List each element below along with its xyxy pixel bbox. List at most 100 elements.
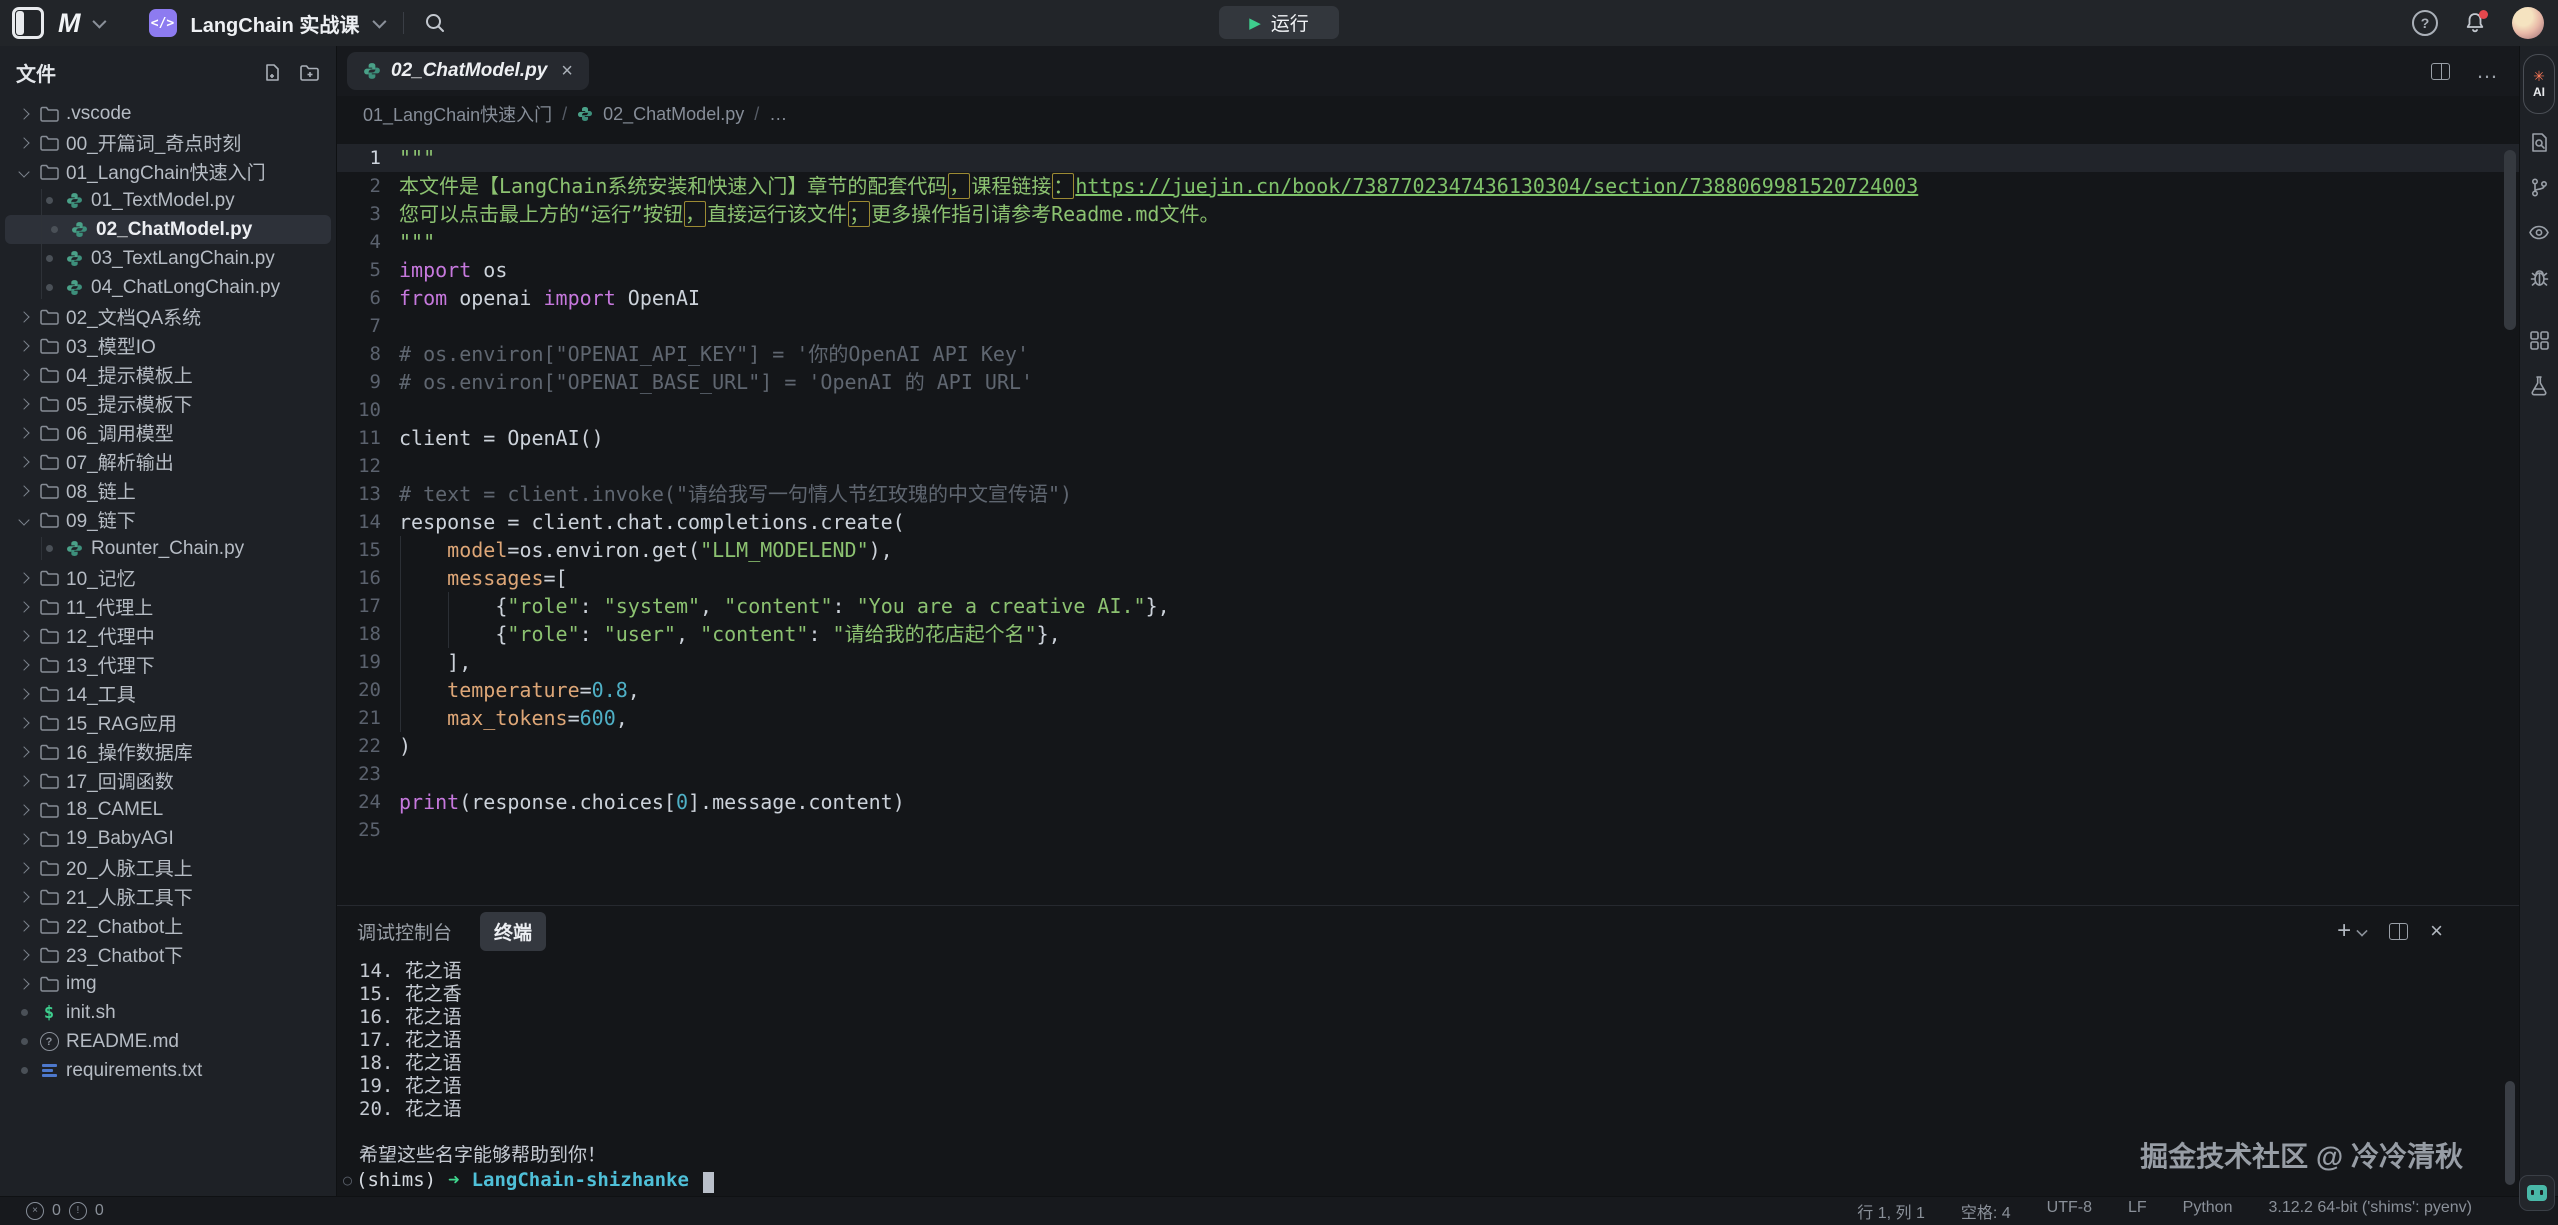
tree-folder-21_人脉工具下[interactable]: 21_人脉工具下 — [0, 882, 336, 911]
new-file-icon[interactable] — [263, 63, 282, 82]
code-line-14[interactable]: 14response = client.chat.completions.cre… — [337, 508, 2519, 536]
tree-folder-15_RAG应用[interactable]: 15_RAG应用 — [0, 708, 336, 737]
tree-folder-01_LangChain快速入门[interactable]: 01_LangChain快速入门 — [0, 157, 336, 186]
search-icon[interactable] — [424, 12, 446, 34]
code-line-22[interactable]: 22) — [337, 732, 2519, 760]
code-line-6[interactable]: 6from openai import OpenAI — [337, 284, 2519, 312]
split-panel-icon[interactable] — [2389, 923, 2408, 940]
code-line-18[interactable]: 18 {"role": "user", "content": "请给我的花店起个… — [337, 620, 2519, 648]
more-actions-icon[interactable]: … — [2476, 58, 2499, 84]
status-item[interactable]: LF — [2128, 1199, 2147, 1223]
sidebar-toggle-icon[interactable] — [12, 7, 44, 39]
breadcrumb-symbol[interactable]: … — [769, 104, 787, 125]
tree-folder-.vscode[interactable]: .vscode — [0, 99, 336, 128]
tree-folder-06_调用模型[interactable]: 06_调用模型 — [0, 418, 336, 447]
tree-folder-16_操作数据库[interactable]: 16_操作数据库 — [0, 737, 336, 766]
extensions-icon[interactable] — [2529, 330, 2550, 351]
close-panel-icon[interactable]: × — [2430, 918, 2443, 944]
tree-folder-18_CAMEL[interactable]: 18_CAMEL — [0, 795, 336, 824]
code-line-11[interactable]: 11client = OpenAI() — [337, 424, 2519, 452]
code-line-12[interactable]: 12 — [337, 452, 2519, 480]
tab-close-icon[interactable]: × — [561, 60, 573, 83]
ai-assistant-icon[interactable]: ✳ AI — [2523, 54, 2555, 114]
tree-file-requirements.txt[interactable]: requirements.txt — [0, 1056, 336, 1085]
code-line-23[interactable]: 23 — [337, 760, 2519, 788]
problems-indicator[interactable]: × 0 ! 0 — [26, 1202, 104, 1220]
code-line-10[interactable]: 10 — [337, 396, 2519, 424]
tree-folder-04_提示模板上[interactable]: 04_提示模板上 — [0, 360, 336, 389]
tree-file-init.sh[interactable]: $init.sh — [0, 998, 336, 1027]
breadcrumb-file[interactable]: 02_ChatModel.py — [603, 104, 744, 125]
code-line-13[interactable]: 13# text = client.invoke("请给我写一句情人节红玫瑰的中… — [337, 480, 2519, 508]
tree-file-02_ChatModel.py[interactable]: 02_ChatModel.py — [5, 215, 331, 244]
breadcrumb[interactable]: 01_LangChain快速入门/ 02_ChatModel.py/… — [337, 96, 2519, 132]
tree-folder-23_Chatbot下[interactable]: 23_Chatbot下 — [0, 940, 336, 969]
code-line-16[interactable]: 16 messages=[ — [337, 564, 2519, 592]
tree-folder-07_解析输出[interactable]: 07_解析输出 — [0, 447, 336, 476]
chevron-down-icon[interactable] — [373, 15, 387, 29]
tree-folder-10_记忆[interactable]: 10_记忆 — [0, 563, 336, 592]
code-line-20[interactable]: 20 temperature=0.8, — [337, 676, 2519, 704]
bell-icon[interactable] — [2464, 12, 2486, 34]
code-line-25[interactable]: 25 — [337, 816, 2519, 844]
code-line-5[interactable]: 5import os — [337, 256, 2519, 284]
code-line-9[interactable]: 9# os.environ["OPENAI_BASE_URL"] = 'Open… — [337, 368, 2519, 396]
status-item[interactable]: Python — [2183, 1199, 2233, 1223]
breadcrumb-folder[interactable]: 01_LangChain快速入门 — [363, 101, 552, 127]
app-logo[interactable]: M — [58, 8, 79, 39]
tree-folder-03_模型IO[interactable]: 03_模型IO — [0, 331, 336, 360]
tree-file-01_TextModel.py[interactable]: 01_TextModel.py — [0, 186, 336, 215]
code-line-21[interactable]: 21 max_tokens=600, — [337, 704, 2519, 732]
code-line-2[interactable]: 2本文件是【LangChain系统安装和快速入门】章节的配套代码，课程链接：ht… — [337, 172, 2519, 200]
new-folder-icon[interactable] — [300, 64, 320, 82]
code-line-4[interactable]: 4""" — [337, 228, 2519, 256]
project-name[interactable]: LangChain 实战课 — [191, 9, 360, 38]
tree-folder-02_文档QA系统[interactable]: 02_文档QA系统 — [0, 302, 336, 331]
code-editor[interactable]: 1"""2本文件是【LangChain系统安装和快速入门】章节的配套代码，课程链… — [337, 132, 2519, 906]
tree-file-04_ChatLongChain.py[interactable]: 04_ChatLongChain.py — [0, 273, 336, 302]
code-line-24[interactable]: 24print(response.choices[0].message.cont… — [337, 788, 2519, 816]
tree-folder-14_工具[interactable]: 14_工具 — [0, 679, 336, 708]
tree-folder-08_链上[interactable]: 08_链上 — [0, 476, 336, 505]
assistant-widget-icon[interactable] — [2519, 1175, 2555, 1211]
chevron-down-icon[interactable] — [92, 15, 106, 29]
tree-folder-22_Chatbot上[interactable]: 22_Chatbot上 — [0, 911, 336, 940]
editor-scrollbar[interactable] — [2504, 150, 2516, 330]
tree-file-README.md[interactable]: ?README.md — [0, 1027, 336, 1056]
code-line-7[interactable]: 7 — [337, 312, 2519, 340]
code-line-3[interactable]: 3您可以点击最上方的“运行”按钮，直接运行该文件；更多操作指引请参考Readme… — [337, 200, 2519, 228]
new-terminal-icon[interactable]: + — [2337, 919, 2367, 943]
tab-02-chatmodel-py[interactable]: 02_ChatModel.py × — [347, 52, 589, 90]
tree-folder-img[interactable]: img — [0, 969, 336, 998]
tree-folder-00_开篇词_奇点时刻[interactable]: 00_开篇词_奇点时刻 — [0, 128, 336, 157]
code-line-8[interactable]: 8# os.environ["OPENAI_API_KEY"] = '你的Ope… — [337, 340, 2519, 368]
status-item[interactable]: 空格: 4 — [1961, 1199, 2011, 1223]
panel-tab-终端[interactable]: 终端 — [480, 912, 546, 951]
tree-file-Rounter_Chain.py[interactable]: Rounter_Chain.py — [0, 534, 336, 563]
test-flask-icon[interactable] — [2529, 375, 2549, 396]
tree-folder-20_人脉工具上[interactable]: 20_人脉工具上 — [0, 853, 336, 882]
tree-folder-05_提示模板下[interactable]: 05_提示模板下 — [0, 389, 336, 418]
panel-tab-调试控制台[interactable]: 调试控制台 — [357, 918, 452, 945]
split-editor-icon[interactable] — [2431, 63, 2450, 80]
file-search-icon[interactable] — [2529, 132, 2550, 153]
terminal-scrollbar[interactable] — [2505, 1081, 2515, 1185]
tree-folder-13_代理下[interactable]: 13_代理下 — [0, 650, 336, 679]
status-item[interactable]: 行 1, 列 1 — [1857, 1199, 1925, 1223]
code-line-1[interactable]: 1""" — [337, 144, 2519, 172]
tree-folder-17_回调函数[interactable]: 17_回调函数 — [0, 766, 336, 795]
status-item[interactable]: 3.12.2 64-bit ('shims': pyenv) — [2268, 1199, 2472, 1223]
code-review-icon[interactable] — [2528, 222, 2550, 243]
tree-folder-11_代理上[interactable]: 11_代理上 — [0, 592, 336, 621]
tree-file-03_TextLangChain.py[interactable]: 03_TextLangChain.py — [0, 244, 336, 273]
source-control-icon[interactable] — [2529, 177, 2550, 198]
avatar[interactable] — [2512, 7, 2544, 39]
tree-folder-09_链下[interactable]: 09_链下 — [0, 505, 336, 534]
help-icon[interactable]: ? — [2412, 10, 2438, 36]
run-button[interactable]: ▶ 运行 — [1219, 6, 1339, 39]
code-line-19[interactable]: 19 ], — [337, 648, 2519, 676]
status-item[interactable]: UTF-8 — [2047, 1199, 2092, 1223]
debug-icon[interactable] — [2529, 267, 2550, 288]
tree-folder-12_代理中[interactable]: 12_代理中 — [0, 621, 336, 650]
code-line-17[interactable]: 17 {"role": "system", "content": "You ar… — [337, 592, 2519, 620]
